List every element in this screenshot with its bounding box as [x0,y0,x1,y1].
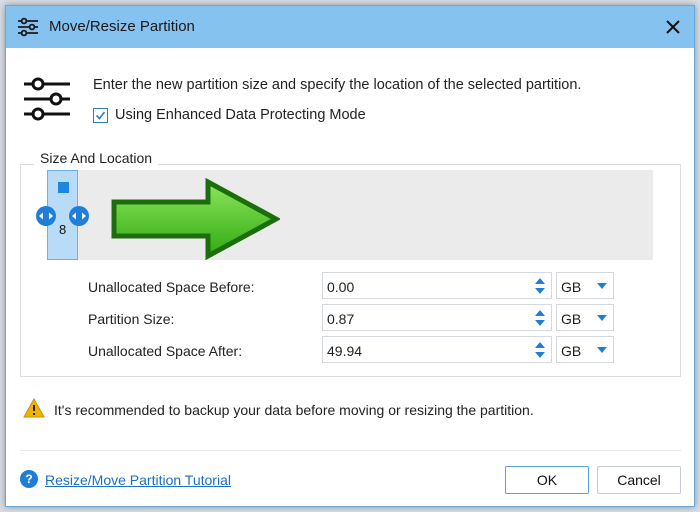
partition-square-icon [58,182,69,193]
sliders-large-icon [24,77,70,121]
move-resize-dialog: Move/Resize Partition Enter the new part… [5,5,695,507]
triangle-up-icon [535,277,545,284]
window-title: Move/Resize Partition [49,18,195,35]
warning-icon [23,398,45,418]
title-bar: Move/Resize Partition [6,6,694,48]
footer-divider [20,450,681,451]
unallocated-after-spinner [530,337,550,362]
spin-down-button[interactable] [533,286,547,295]
unallocated-before-label: Unallocated Space Before: [88,279,255,295]
cancel-button[interactable]: Cancel [597,466,681,494]
checkmark-icon [95,111,106,120]
spin-down-button[interactable] [533,318,547,327]
left-resize-handle[interactable] [36,206,56,226]
size-location-title: Size And Location [34,150,159,166]
unallocated-after-unit[interactable]: GB [556,336,614,363]
unit-value: GB [561,279,582,295]
chevron-down-icon [597,347,607,353]
triangle-down-icon [535,287,545,294]
spin-up-button[interactable] [533,276,547,285]
triangle-up-icon [535,309,545,316]
right-resize-handle[interactable] [69,206,89,226]
unallocated-before-unit[interactable]: GB [556,272,614,299]
triangle-up-icon [535,341,545,348]
sliders-icon [18,17,38,37]
enhanced-mode-checkbox[interactable] [93,107,108,123]
spin-up-button[interactable] [533,308,547,317]
unallocated-after-label: Unallocated Space After: [88,343,243,359]
warning-text: It's recommended to backup your data bef… [54,402,534,418]
description-text: Enter the new partition size and specify… [93,77,582,93]
spin-up-button[interactable] [533,340,547,349]
partition-label: 8 [59,222,67,237]
partition-size-label: Partition Size: [88,311,175,327]
ok-button[interactable]: OK [505,466,589,494]
help-icon[interactable]: ? [20,470,38,488]
close-button[interactable] [658,12,688,42]
tutorial-link[interactable]: Resize/Move Partition Tutorial [45,472,231,488]
unit-value: GB [561,311,582,327]
partition-size-input[interactable]: 0.87 [322,304,552,331]
enhanced-mode-option[interactable]: Using Enhanced Data Protecting Mode [93,107,366,123]
partition-size-spinner [530,305,550,330]
unallocated-before-input[interactable]: 0.00 [322,272,552,299]
resize-arrows-icon [72,212,86,220]
partition-size-unit[interactable]: GB [556,304,614,331]
unallocated-after-input[interactable]: 49.94 [322,336,552,363]
chevron-down-icon [597,283,607,289]
chevron-down-icon [597,315,607,321]
triangle-down-icon [535,351,545,358]
triangle-down-icon [535,319,545,326]
resize-arrows-icon [39,212,53,220]
spin-down-button[interactable] [533,350,547,359]
close-icon [666,20,680,34]
enhanced-mode-label: Using Enhanced Data Protecting Mode [115,107,366,123]
unallocated-before-spinner [530,273,550,298]
move-right-arrow-icon [111,178,280,260]
unit-value: GB [561,343,582,359]
